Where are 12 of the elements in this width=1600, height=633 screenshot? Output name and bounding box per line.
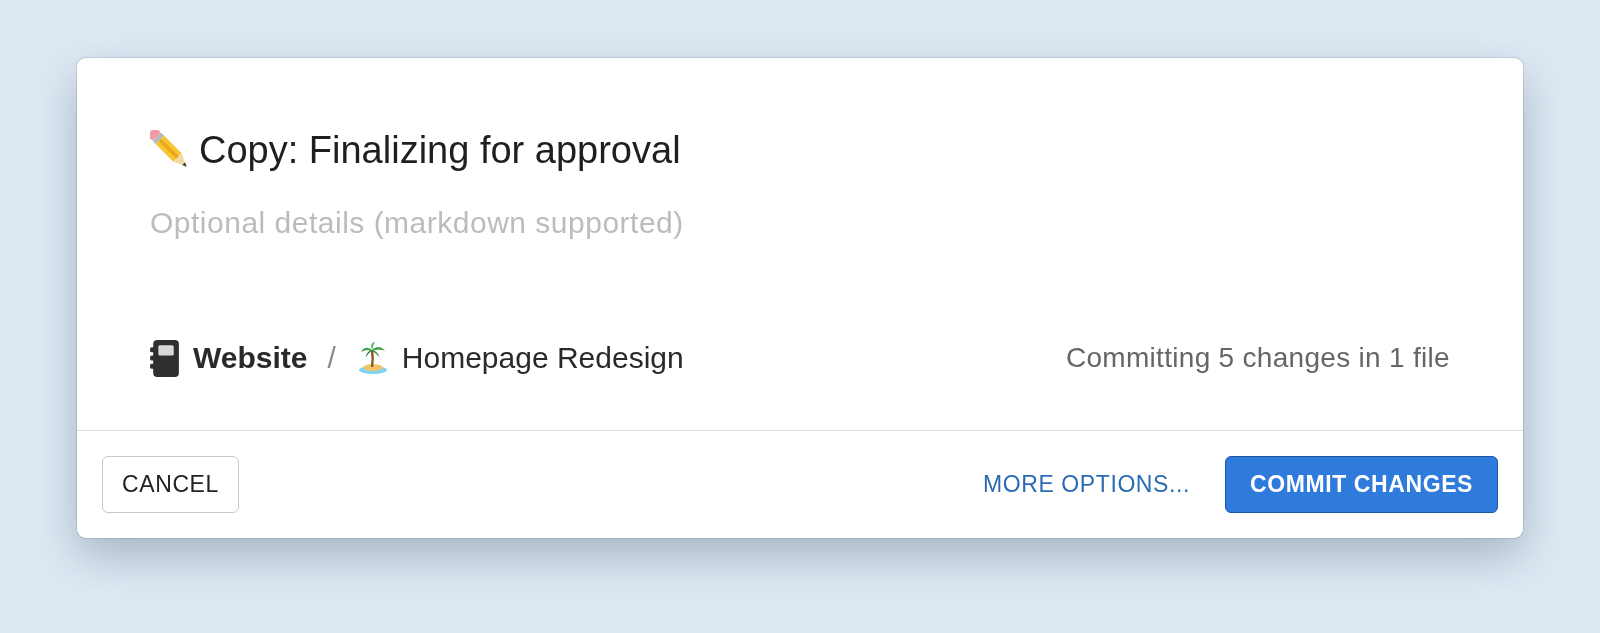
cancel-button[interactable]: CANCEL [102,456,239,513]
notebook-icon [150,339,179,377]
commit-summary: Committing 5 changes in 1 file [1065,342,1450,374]
commit-title-field[interactable]: Copy: Finalizing for approval [199,127,739,173]
breadcrumb-separator: / [327,341,336,375]
branch-name[interactable]: Homepage Redesign [401,341,684,375]
project-name[interactable]: Website [193,341,308,375]
details-field[interactable]: Optional details (markdown supported) [150,204,710,242]
palm-island-icon [357,342,388,374]
commit-changes-button[interactable]: COMMIT CHANGES [1225,456,1498,513]
more-options-link[interactable]: MORE OPTIONS... [982,456,1190,513]
pencil-icon [150,130,190,170]
